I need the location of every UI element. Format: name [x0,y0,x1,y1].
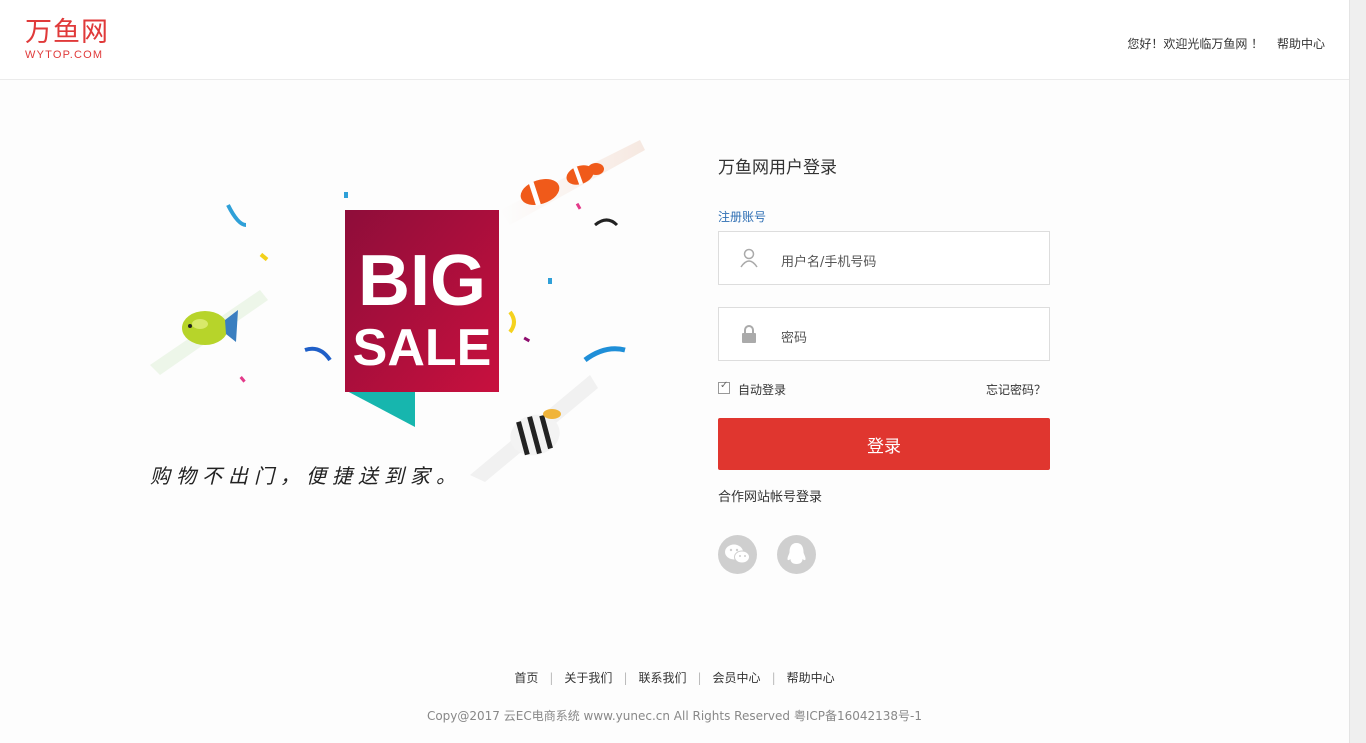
logo[interactable]: 万鱼网 WYTOP.COM [25,17,125,62]
partner-login-label: 合作网站帐号登录 [718,490,823,505]
login-panel: 万鱼网用户登录 注册账号 用户名/手机号码 密码 自动登录 [718,155,1050,575]
login-title: 万鱼网用户登录 [718,158,837,178]
separator: | [549,671,554,685]
auto-login-checkbox[interactable] [718,380,730,394]
wechat-icon[interactable] [718,535,757,574]
promo-banner: BIG SALE 购物不出门，便捷送到家。 [140,130,660,500]
username-placeholder: 用户名/手机号码 [781,255,877,270]
big-text: BIG [358,241,486,321]
footer-nav: 首页 | 关于我们 | 联系我们 | 会员中心 | 帮助中心 [0,669,1349,686]
forgot-password-link[interactable]: 忘记密码？ [986,381,1046,398]
logo-domain: WYTOP.COM [25,49,104,61]
social-login [718,535,1050,575]
help-center-link[interactable]: 帮助中心 [1277,37,1325,51]
header: 万鱼网 WYTOP.COM 您好！欢迎光临万鱼网 ！ 帮助中心 [0,0,1349,80]
copyright: Copy@2017 云EC电商系统 www.yunec.cn All Right… [426,709,923,723]
register-link[interactable]: 注册账号 [718,209,1050,225]
slogan: 购物不出门，便捷送到家。 [150,464,462,488]
separator: | [771,671,776,685]
footer-link-about[interactable]: 关于我们 [564,671,612,685]
lock-icon [739,324,759,344]
login-button[interactable]: 登录 [718,418,1050,470]
separator: | [697,671,702,685]
login-options: 自动登录 忘记密码？ [718,380,1050,398]
footer-link-contact[interactable]: 联系我们 [638,671,686,685]
separator: | [623,671,628,685]
big-sale-illustration: BIG SALE [150,140,645,482]
welcome-text: 您好！欢迎光临万鱼网 ！ [1127,37,1264,51]
page: 万鱼网 WYTOP.COM 您好！欢迎光临万鱼网 ！ 帮助中心 BIG SALE… [0,0,1349,743]
header-nav: 您好！欢迎光临万鱼网 ！ 帮助中心 [1117,35,1325,52]
password-field[interactable]: 密码 [718,307,1050,361]
auto-login-label[interactable]: 自动登录 [738,381,786,398]
scrollbar[interactable] [1349,0,1366,743]
password-placeholder: 密码 [781,331,808,346]
qq-icon[interactable] [777,535,816,574]
footer-link-member[interactable]: 会员中心 [713,671,761,685]
username-field[interactable]: 用户名/手机号码 [718,231,1050,285]
footer-link-help[interactable]: 帮助中心 [787,671,835,685]
footer-link-home[interactable]: 首页 [514,671,538,685]
sale-text: SALE [353,319,492,377]
logo-text: 万鱼网 [25,17,109,48]
user-icon [739,248,759,268]
